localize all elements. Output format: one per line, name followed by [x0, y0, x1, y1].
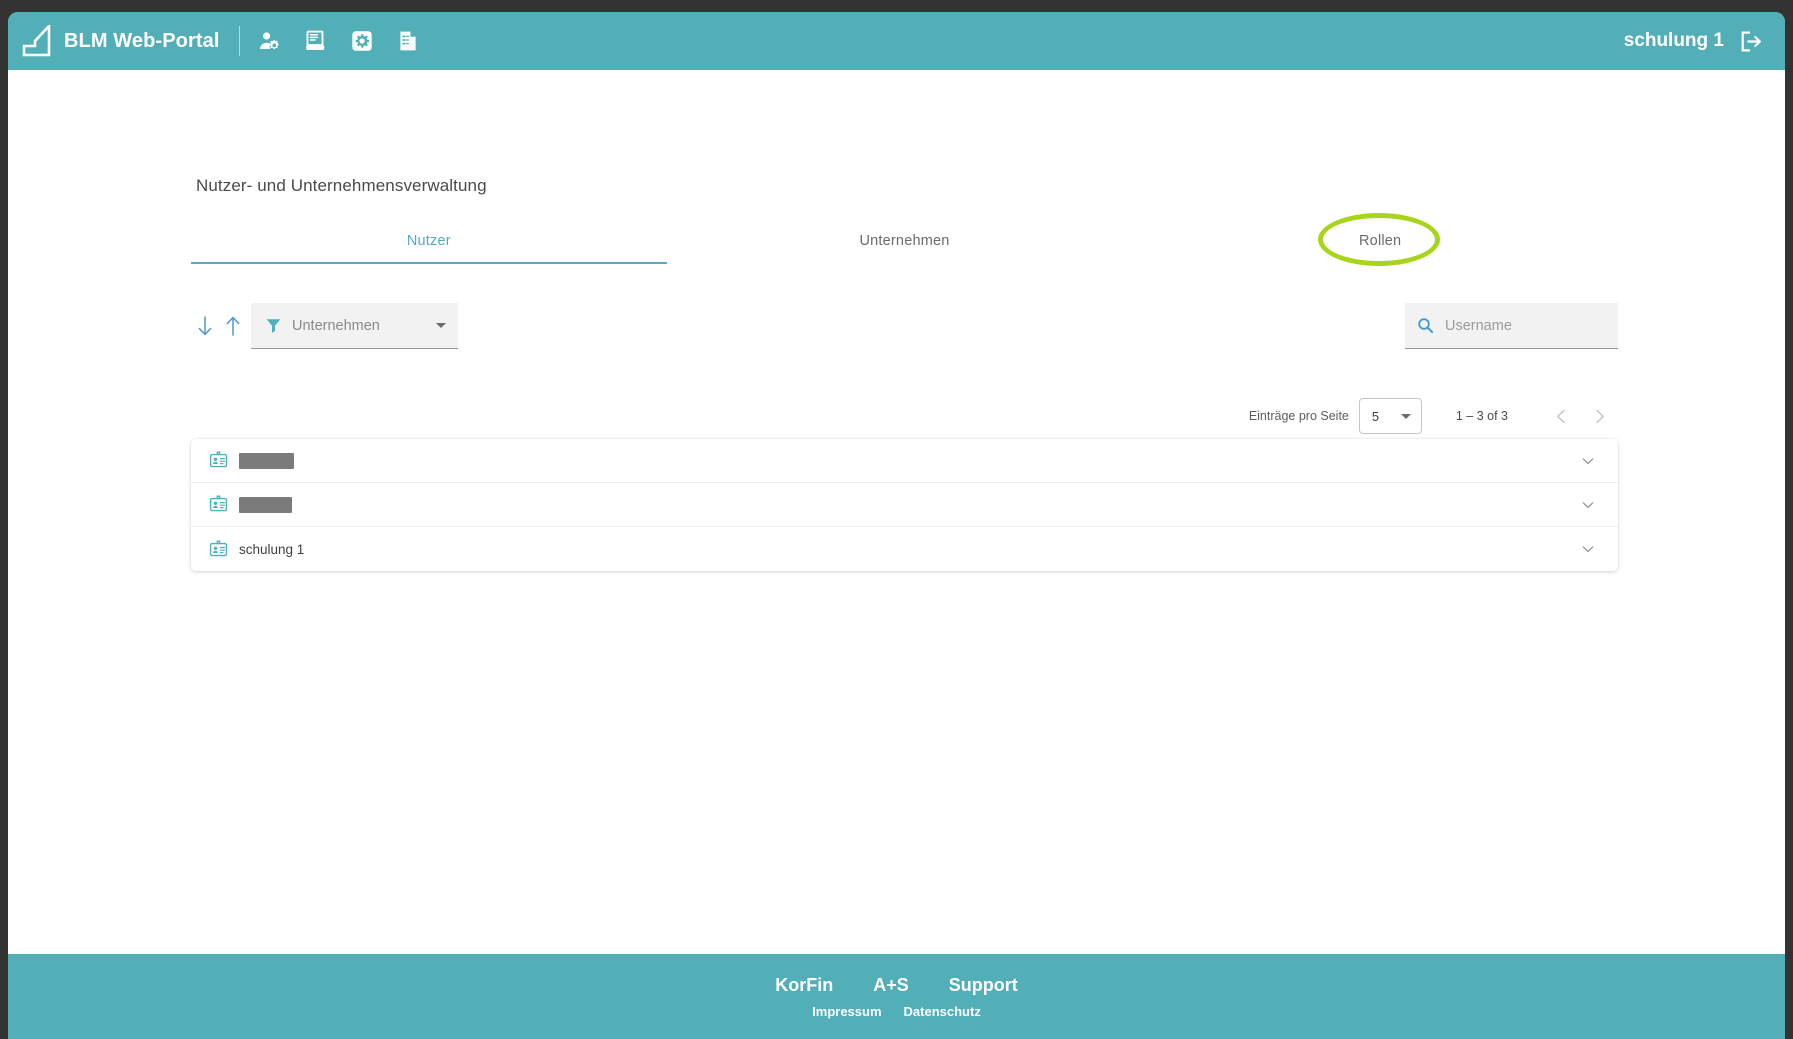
tab-bar: Nutzer Unternehmen Rollen [191, 221, 1618, 264]
footer-link-support[interactable]: Support [949, 975, 1018, 996]
document-list-icon[interactable] [396, 29, 420, 53]
items-per-page-label: Einträge pro Seite [1249, 409, 1349, 423]
header-user-area: schulung 1 [1624, 29, 1763, 54]
chevron-down-icon [436, 323, 446, 328]
page-size-value: 5 [1372, 409, 1379, 424]
tab-unternehmen-label: Unternehmen [859, 233, 949, 249]
tab-rollen[interactable]: Rollen [1142, 221, 1618, 264]
logout-icon[interactable] [1738, 29, 1763, 54]
paginator: Einträge pro Seite 5 1 – 3 of 3 [191, 390, 1618, 442]
footer-primary-links: KorFin A+S Support [775, 975, 1018, 996]
brand-title: BLM Web-Portal [64, 30, 219, 53]
header-divider [239, 26, 240, 56]
company-filter-label: Unternehmen [292, 318, 436, 334]
tab-unternehmen[interactable]: Unternehmen [667, 221, 1143, 264]
footer-link-datenschutz[interactable]: Datenschutz [904, 1004, 981, 1019]
page-footer: KorFin A+S Support Impressum Datenschutz [8, 954, 1785, 1039]
redacted-name [239, 453, 294, 469]
top-navigation-bar: BLM Web-Portal [8, 12, 1785, 70]
page-title: Nutzer- und Unternehmensverwaltung [196, 176, 487, 196]
main-content: Nutzer- und Unternehmensverwaltung Nutze… [8, 70, 1785, 954]
footer-secondary-links: Impressum Datenschutz [812, 1004, 981, 1019]
arrow-down-icon[interactable] [196, 315, 214, 337]
chevron-left-icon [1553, 408, 1570, 425]
chevron-down-icon[interactable] [1580, 497, 1596, 513]
tab-nutzer-label: Nutzer [407, 233, 451, 249]
filter-funnel-icon [265, 317, 282, 334]
next-page-button[interactable] [1580, 397, 1618, 435]
chevron-down-icon[interactable] [1580, 541, 1596, 557]
table-row[interactable]: schulung 1 [191, 527, 1618, 571]
footer-link-impressum[interactable]: Impressum [812, 1004, 881, 1019]
user-name-cell: schulung 1 [239, 542, 1580, 557]
redacted-name [239, 497, 292, 513]
company-filter-select[interactable]: Unternehmen [251, 303, 458, 349]
app-window: BLM Web-Portal [8, 12, 1785, 1039]
username-search-box[interactable] [1405, 303, 1618, 349]
user-name-cell [239, 452, 1580, 468]
footer-link-korfin[interactable]: KorFin [775, 975, 833, 996]
user-management-icon[interactable] [258, 29, 282, 53]
chevron-down-icon[interactable] [1580, 453, 1596, 469]
chevron-down-icon [1401, 414, 1411, 419]
user-list-card: schulung 1 [191, 439, 1618, 571]
table-row[interactable] [191, 439, 1618, 483]
filter-toolbar: Unternehmen [191, 303, 1618, 363]
search-icon [1417, 317, 1434, 334]
page-size-select[interactable]: 5 [1359, 398, 1422, 434]
tab-nutzer[interactable]: Nutzer [191, 221, 667, 264]
id-badge-icon [209, 495, 228, 514]
blm-logo-mark-icon [22, 25, 52, 57]
tab-rollen-label: Rollen [1359, 233, 1401, 249]
header-nav-icons [258, 29, 420, 53]
settings-gear-icon[interactable] [350, 29, 374, 53]
page-range-label: 1 – 3 of 3 [1456, 409, 1508, 423]
footer-link-aplusx[interactable]: A+S [873, 975, 909, 996]
user-name-cell [239, 496, 1580, 512]
id-badge-icon [209, 451, 228, 470]
previous-page-button[interactable] [1542, 397, 1580, 435]
report-printer-icon[interactable] [304, 29, 328, 53]
table-row[interactable] [191, 483, 1618, 527]
current-user-name: schulung 1 [1624, 30, 1724, 52]
chevron-right-icon [1591, 408, 1608, 425]
brand[interactable]: BLM Web-Portal [22, 25, 219, 57]
sort-controls [196, 315, 242, 337]
id-badge-icon [209, 540, 228, 559]
username-search-input[interactable] [1443, 317, 1606, 335]
arrow-up-icon[interactable] [224, 315, 242, 337]
